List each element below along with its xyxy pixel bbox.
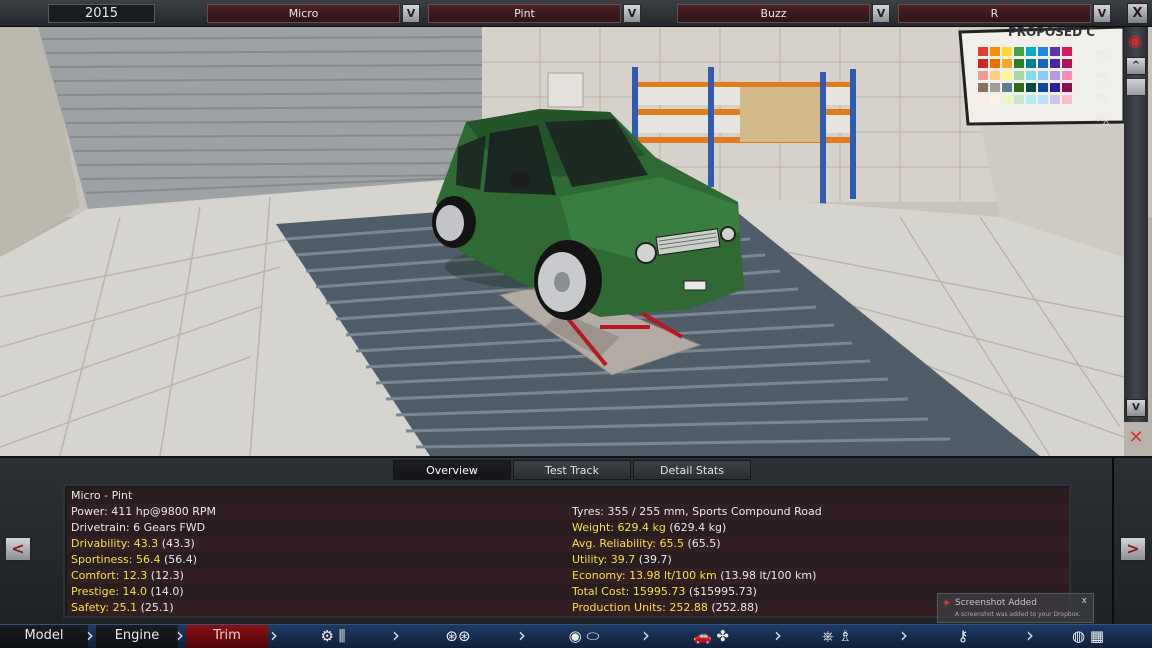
category-select[interactable]: Micro xyxy=(207,4,400,23)
chassis-gearbox-icon[interactable]: ⚙ ⫼ xyxy=(308,626,358,647)
reset-camera-icon[interactable]: ✕ xyxy=(1122,427,1150,449)
trim-dropdown-button[interactable]: V xyxy=(1093,4,1111,23)
panel-divider xyxy=(1112,458,1114,626)
car-body-fan-icon[interactable]: 🚗 ✤ xyxy=(665,626,757,647)
designer-nav-bar: Model › Engine › Trim › ⚙ ⫼ › ⊛⊛ › ◉ ⬭ ›… xyxy=(0,624,1152,648)
scroll-up-button[interactable]: ^ xyxy=(1126,57,1146,75)
model-select[interactable]: Pint xyxy=(428,4,621,23)
stat-total-cost: Total Cost: 15995.73 ($15995.73) xyxy=(572,585,757,598)
nav-model[interactable]: Model xyxy=(0,625,88,648)
tab-test-track[interactable]: Test Track xyxy=(513,460,631,480)
stat-reliability: Avg. Reliability: 65.5 (65.5) xyxy=(572,537,721,550)
close-button[interactable]: X xyxy=(1127,3,1148,24)
chevron-right-icon: › xyxy=(774,623,782,647)
stat-economy: Economy: 13.98 lt/100 km (13.98 lt/100 k… xyxy=(572,569,817,582)
year-display: 2015 xyxy=(48,4,155,23)
stat-drivability: Drivability: 43.3 (43.3) xyxy=(71,537,195,550)
prev-page-button[interactable]: < xyxy=(5,537,31,561)
test-finish-flag-icon[interactable]: ◍ ▦ xyxy=(1062,626,1114,647)
overview-stats-box: Micro - Pint Power: 411 hp@9800 RPM Tyre… xyxy=(63,484,1071,618)
tab-overview[interactable]: Overview xyxy=(393,460,511,480)
table-row: Drivability: 43.3 (43.3) Avg. Reliabilit… xyxy=(67,536,1069,552)
car-viewport[interactable]: PROPOSED C xyxy=(0,27,1152,456)
poster-title: PROPOSED C xyxy=(1008,27,1095,39)
table-row: Comfort: 12.3 (12.3) Economy: 13.98 lt/1… xyxy=(67,568,1069,584)
stat-prestige: Prestige: 14.0 (14.0) xyxy=(71,585,184,598)
chevron-right-icon: › xyxy=(642,623,650,647)
safety-icon[interactable]: ⚷ xyxy=(948,626,978,647)
stat-tyres: Tyres: 355 / 255 mm, Sports Compound Roa… xyxy=(572,505,822,518)
notification-title: Screenshot Added xyxy=(955,598,1037,608)
car-view-icon[interactable]: ⛍ xyxy=(1086,91,1120,113)
interior-seat-icon[interactable]: ⎈ ♗ xyxy=(812,626,862,647)
chevron-right-icon: › xyxy=(392,623,400,647)
table-row: Safety: 25.1 (25.1) Production Units: 25… xyxy=(67,600,1069,616)
tyres-body-icon[interactable]: ◉ ⬭ xyxy=(556,626,612,647)
stat-utility: Utility: 39.7 (39.7) xyxy=(572,553,672,566)
next-page-button[interactable]: > xyxy=(1120,537,1146,561)
chevron-right-icon: › xyxy=(270,623,278,647)
engine-dropdown-button[interactable]: V xyxy=(872,4,890,23)
chevron-right-icon: › xyxy=(176,623,184,647)
chevron-right-icon: › xyxy=(900,623,908,647)
scroll-thumb[interactable] xyxy=(1126,78,1146,96)
stat-production-units: Production Units: 252.88 (252.88) xyxy=(572,601,759,614)
stat-sportiness: Sportiness: 56.4 (56.4) xyxy=(71,553,198,566)
chevron-right-icon: › xyxy=(518,623,526,647)
table-row: Micro - Pint xyxy=(67,488,1069,504)
stat-drivetrain: Drivetrain: 6 Gears FWD xyxy=(71,521,206,534)
view-mode-icons: ⛍ ⛍ ⛍ ⛍ xyxy=(1086,35,1120,135)
stat-safety: Safety: 25.1 (25.1) xyxy=(71,601,174,614)
screenshot-notification[interactable]: ◈ Screenshot Added A screenshot was adde… xyxy=(937,593,1094,623)
table-row: Drivetrain: 6 Gears FWD Weight: 629.4 kg… xyxy=(67,520,1069,536)
stat-comfort: Comfort: 12.3 (12.3) xyxy=(71,569,184,582)
notification-close-icon[interactable]: x xyxy=(1082,596,1087,606)
model-dropdown-button[interactable]: V xyxy=(623,4,641,23)
car-view-icon[interactable]: ⛍ xyxy=(1086,47,1120,69)
tab-detail-stats[interactable]: Detail Stats xyxy=(633,460,751,480)
car-view-icon[interactable]: ⛍ xyxy=(1086,69,1120,91)
engine-select[interactable]: Buzz xyxy=(677,4,870,23)
trim-select[interactable]: R xyxy=(898,4,1091,23)
stats-title: Micro - Pint xyxy=(71,489,133,502)
chevron-right-icon: › xyxy=(86,623,94,647)
suspension-wheels-icon[interactable]: ⊛⊛ xyxy=(436,626,480,647)
category-dropdown-button[interactable]: V xyxy=(402,4,420,23)
car-view-icon[interactable]: ⛍ xyxy=(1086,113,1120,135)
chevron-right-icon: › xyxy=(1026,623,1034,647)
scroll-down-button[interactable]: V xyxy=(1126,399,1146,417)
garage-scene: PROPOSED C xyxy=(0,27,1152,456)
eye-icon[interactable]: ◉ xyxy=(1121,31,1149,50)
table-row: Power: 411 hp@9800 RPM Tyres: 355 / 255 … xyxy=(67,504,1069,520)
app-window: 2015 Micro V Pint V Buzz V R V X PROPOSE… xyxy=(0,0,1152,648)
top-bar: 2015 Micro V Pint V Buzz V R V X xyxy=(0,0,1152,27)
table-row: Prestige: 14.0 (14.0) Total Cost: 15995.… xyxy=(67,584,1069,600)
dropbox-icon: ◈ xyxy=(943,598,950,608)
nav-engine[interactable]: Engine xyxy=(96,625,178,648)
notification-body: A screenshot was added to your Dropbox. xyxy=(955,611,1081,618)
nav-trim[interactable]: Trim xyxy=(186,625,268,648)
stat-power: Power: 411 hp@9800 RPM xyxy=(71,505,216,518)
stat-weight: Weight: 629.4 kg (629.4 kg) xyxy=(572,521,727,534)
table-row: Sportiness: 56.4 (56.4) Utility: 39.7 (3… xyxy=(67,552,1069,568)
